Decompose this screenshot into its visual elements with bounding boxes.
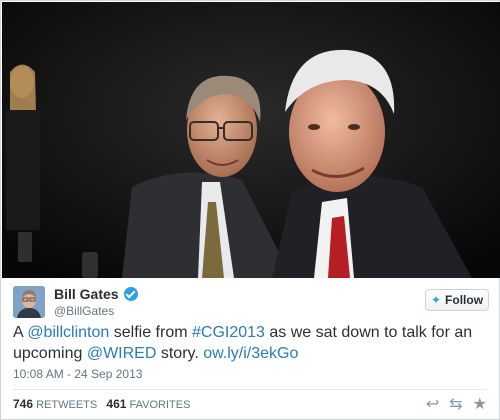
divider	[13, 389, 487, 390]
tweet-text: A @billclinton selfie from #CGI2013 as w…	[13, 322, 489, 364]
tweet-photo[interactable]	[2, 2, 500, 278]
tweet-card: Bill Gates @BillGates ✦ Follow A @billcl…	[0, 0, 500, 420]
favorites-label[interactable]: FAVORITES	[129, 399, 190, 411]
selfie-photo-illustration	[2, 2, 500, 278]
mention-link[interactable]: @WIRED	[87, 345, 157, 362]
tweet-actions: ↩ ⇆ ★	[426, 394, 487, 414]
tweet-stats: 746 RETWEETS 461 FAVORITES	[13, 397, 190, 411]
favorites-count[interactable]: 461	[106, 397, 126, 411]
url-link[interactable]: ow.ly/i/3ekGo	[203, 345, 298, 362]
tweet-timestamp[interactable]: 10:08 AM - 24 Sep 2013	[13, 367, 142, 381]
tweet-text-part: A	[13, 324, 28, 341]
follow-button[interactable]: ✦ Follow	[425, 289, 489, 311]
mention-link[interactable]: @billclinton	[27, 324, 109, 341]
star-icon[interactable]: ★	[473, 394, 487, 414]
retweets-count[interactable]: 746	[13, 397, 33, 411]
author-name-row[interactable]: Bill Gates	[54, 286, 138, 302]
tweet-text-part: story.	[156, 345, 204, 362]
avatar-image	[13, 286, 45, 318]
author-avatar[interactable]	[13, 286, 45, 318]
twitter-bird-icon: ✦	[430, 293, 442, 307]
hashtag-link[interactable]: #CGI2013	[192, 324, 265, 341]
author-name[interactable]: Bill Gates	[54, 286, 119, 302]
tweet-text-part: selfie from	[109, 324, 192, 341]
verified-badge-icon	[123, 287, 138, 301]
author-handle[interactable]: @BillGates	[54, 304, 114, 318]
reply-icon[interactable]: ↩	[426, 394, 439, 414]
retweets-label[interactable]: RETWEETS	[36, 399, 97, 411]
tweet-author: Bill Gates @BillGates ✦ Follow	[13, 286, 489, 320]
retweet-icon[interactable]: ⇆	[449, 394, 462, 414]
follow-button-label: Follow	[445, 293, 484, 307]
